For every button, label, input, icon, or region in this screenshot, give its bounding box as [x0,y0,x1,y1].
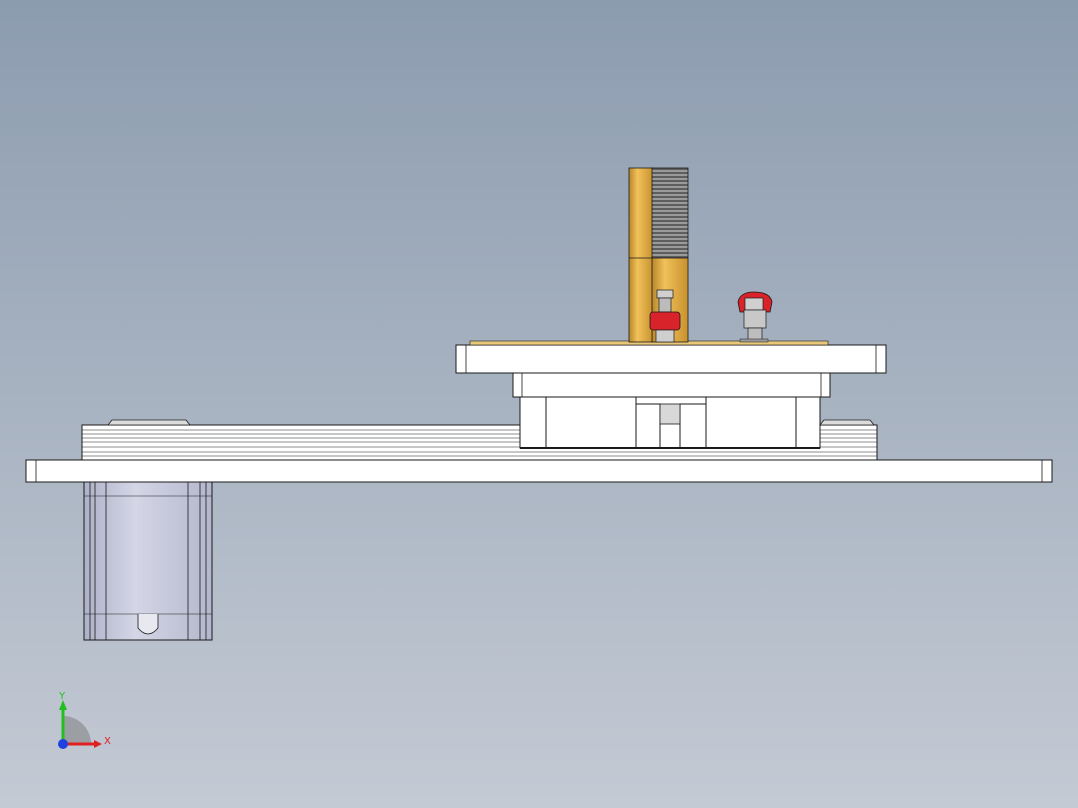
stepper-motor[interactable] [83,481,213,641]
cad-viewport[interactable]: Y X [0,0,1078,808]
coordinate-triad: Y X [58,691,111,749]
slide-blocks[interactable] [519,396,821,449]
y-axis-label: Y [58,691,66,702]
red-clamp-right[interactable] [737,291,773,343]
carriage-plate[interactable] [512,372,831,398]
top-plate[interactable] [455,340,887,374]
model-drawing: Y X [25,167,1053,749]
base-plate[interactable] [25,459,1053,483]
x-axis-label: X [104,736,111,747]
